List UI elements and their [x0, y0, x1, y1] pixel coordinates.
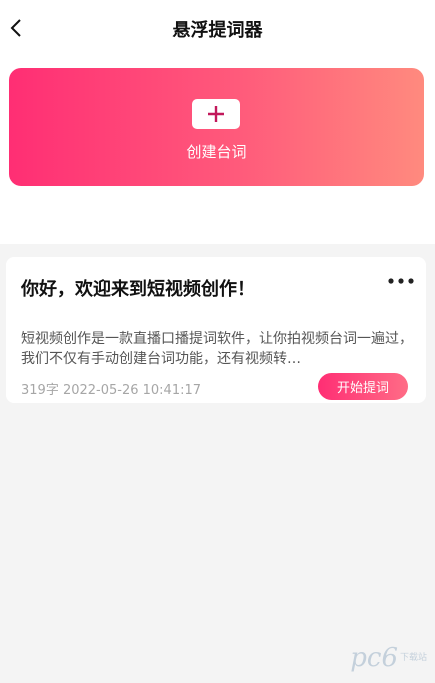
more-horizontal-icon: [388, 278, 414, 284]
watermark-text: 下载站: [399, 652, 427, 663]
page-title: 悬浮提词器: [172, 20, 263, 41]
watermark-logo: pc6: [350, 643, 398, 673]
script-list: 你好，欢迎来到短视频创作！ 短视频创作是一款直播口播提词软件，让你拍视频台词一遍…: [0, 244, 435, 683]
script-preview: 短视频创作是一款直播口播提词软件，让你拍视频台词一遍过，我们不仅有手动创建台词功…: [21, 331, 413, 367]
create-script-button[interactable]: 创建台词: [9, 68, 424, 186]
script-title: 你好，欢迎来到短视频创作！: [21, 279, 255, 300]
plus-icon: [208, 106, 224, 122]
script-card[interactable]: 你好，欢迎来到短视频创作！ 短视频创作是一款直播口播提词软件，让你拍视频台词一遍…: [6, 257, 426, 403]
create-script-label: 创建台词: [186, 143, 247, 161]
top-bar: 悬浮提词器: [0, 0, 435, 58]
plus-box: [192, 99, 240, 129]
start-prompter-button[interactable]: 开始提词: [318, 373, 408, 400]
watermark: pc6 下载站: [350, 643, 427, 673]
script-meta: 319字 2022-05-26 10:41:17: [21, 383, 202, 398]
more-options-button[interactable]: [386, 271, 416, 291]
